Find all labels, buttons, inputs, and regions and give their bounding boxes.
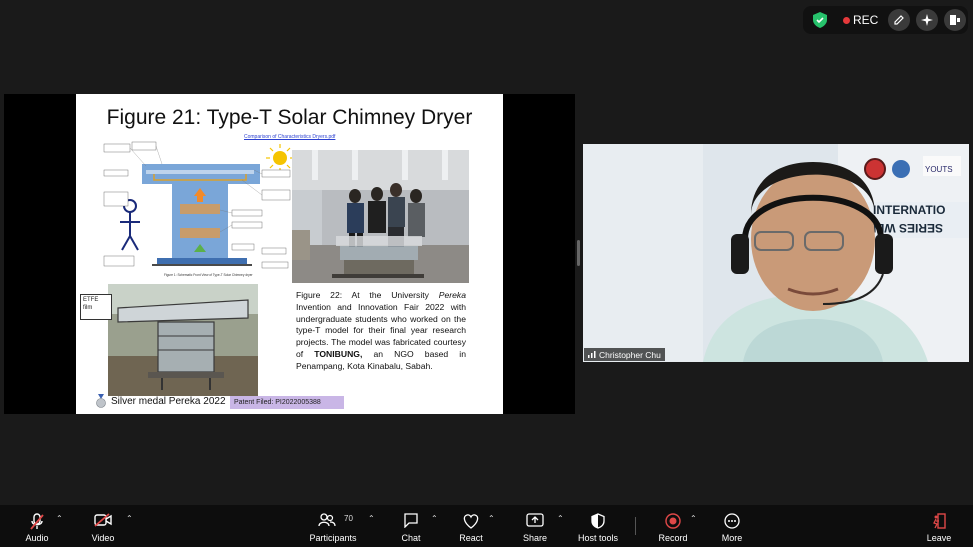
video-label: Video xyxy=(91,533,115,543)
patent-label: Patent Filed: PI2022005388 xyxy=(230,396,344,409)
record-icon xyxy=(665,513,681,529)
layout-icon xyxy=(950,15,960,25)
shield-icon xyxy=(591,513,605,529)
leave-button[interactable]: Leave xyxy=(924,505,954,547)
svg-text:INTERNATIO: INTERNATIO xyxy=(873,203,945,217)
participants-options-chevron-icon[interactable]: ⌃ xyxy=(368,514,375,523)
pencil-icon xyxy=(894,15,904,25)
recording-dot-icon xyxy=(843,17,850,24)
chat-bubble-icon xyxy=(404,513,418,528)
fair-photo xyxy=(292,150,469,283)
audio-label: Audio xyxy=(25,533,49,543)
medal-label: Silver medal Pereka 2022 xyxy=(111,396,226,407)
chat-button[interactable]: Chat xyxy=(396,505,426,547)
react-options-chevron-icon[interactable]: ⌃ xyxy=(488,514,495,523)
more-label: More xyxy=(721,533,743,543)
record-button[interactable]: Record xyxy=(658,505,688,547)
share-button[interactable]: Share xyxy=(520,505,550,547)
microphone-muted-icon xyxy=(30,513,44,530)
recording-label: REC xyxy=(853,13,879,27)
camera-off-icon xyxy=(94,513,112,527)
participants-icon xyxy=(318,513,336,527)
etfe-label: ETFE film xyxy=(80,294,112,320)
video-options-chevron-icon[interactable]: ⌃ xyxy=(126,514,133,523)
toolbar-divider xyxy=(635,517,636,535)
react-button[interactable]: React xyxy=(456,505,486,547)
schematic-caption: Figure 1: Schematic Front View of Type-T… xyxy=(164,273,254,277)
participant-name: Christopher Chu xyxy=(599,349,661,360)
host-tools-button[interactable]: Host tools xyxy=(578,505,618,547)
share-options-chevron-icon[interactable]: ⌃ xyxy=(557,514,564,523)
meeting-status-bar: REC xyxy=(803,6,968,34)
presentation-slide: Figure 21: Type-T Solar Chimney Dryer Co… xyxy=(76,94,503,414)
record-options-chevron-icon[interactable]: ⌃ xyxy=(690,514,697,523)
medal-icon xyxy=(96,394,106,408)
heart-icon xyxy=(463,514,479,529)
exit-door-icon xyxy=(933,513,946,529)
shield-icon[interactable] xyxy=(813,12,827,28)
share-screen-icon xyxy=(526,513,544,527)
host-tools-label: Host tools xyxy=(577,533,619,543)
leave-label: Leave xyxy=(926,533,952,543)
participant-video[interactable]: INTERNATIO SERIES WEBI YOUTS Christopher… xyxy=(583,144,969,362)
view-options-button[interactable] xyxy=(944,9,966,31)
more-button[interactable]: More xyxy=(717,505,747,547)
svg-text:YOUTS: YOUTS xyxy=(925,165,953,174)
figure-22-caption: Figure 22: At the University Pereka Inve… xyxy=(296,290,466,371)
participants-button[interactable]: Participants xyxy=(309,505,357,547)
annotate-button[interactable] xyxy=(888,9,910,31)
audio-button[interactable]: Audio xyxy=(22,505,52,547)
react-label: React xyxy=(459,533,483,543)
signal-icon xyxy=(588,351,596,358)
participant-name-tag: Christopher Chu xyxy=(584,348,665,361)
more-dots-icon xyxy=(724,513,740,529)
audio-options-chevron-icon[interactable]: ⌃ xyxy=(56,514,63,523)
meeting-toolbar: Audio ⌃ Video ⌃ Participants 70 ⌃ Chat ⌃ xyxy=(0,505,973,547)
dryer-photo xyxy=(108,284,258,396)
video-button[interactable]: Video xyxy=(88,505,118,547)
shared-screen: Figure 21: Type-T Solar Chimney Dryer Co… xyxy=(4,94,575,414)
split-view-handle[interactable] xyxy=(577,240,580,266)
share-label: Share xyxy=(522,533,548,543)
sparkle-icon xyxy=(921,14,933,26)
slide-title: Figure 21: Type-T Solar Chimney Dryer xyxy=(106,106,473,129)
participants-count: 70 xyxy=(344,514,353,523)
chat-options-chevron-icon[interactable]: ⌃ xyxy=(431,514,438,523)
ai-companion-button[interactable] xyxy=(916,9,938,31)
video-frame: INTERNATIO SERIES WEBI YOUTS xyxy=(583,144,969,362)
participants-label: Participants xyxy=(309,533,357,543)
